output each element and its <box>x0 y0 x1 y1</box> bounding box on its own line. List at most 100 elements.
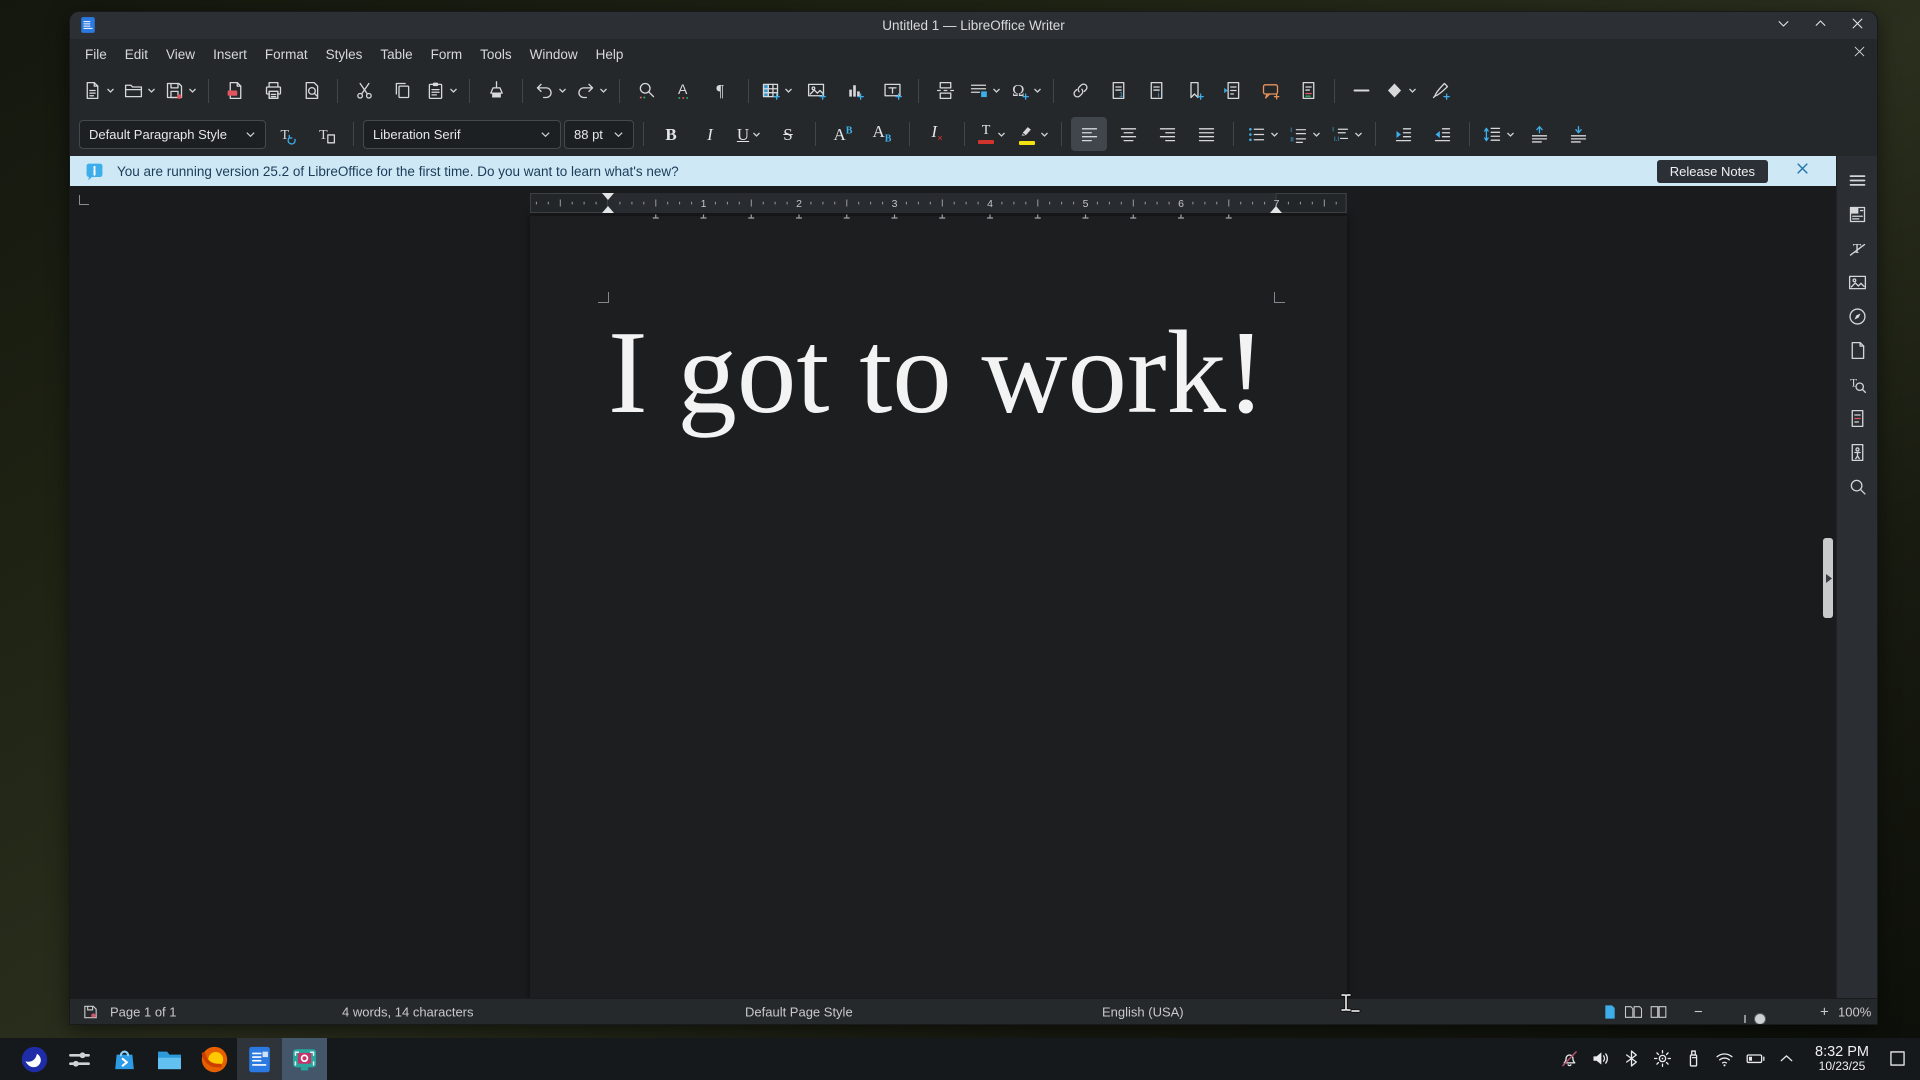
taskbar-app-launcher[interactable] <box>12 1038 57 1080</box>
sidebar-page-button[interactable] <box>1841 333 1873 367</box>
insert-special-character-button[interactable]: Ω <box>1006 74 1045 108</box>
dropdown-arrow-icon[interactable] <box>784 86 793 95</box>
dropdown-arrow-icon[interactable] <box>1040 130 1049 139</box>
tray-show-desktop-button[interactable] <box>1887 1048 1908 1069</box>
font-name-select[interactable]: Liberation Serif <box>363 120 561 149</box>
strikethrough-button[interactable]: S <box>770 117 806 151</box>
dropdown-arrow-icon[interactable] <box>1408 86 1417 95</box>
cut-button[interactable] <box>346 74 382 108</box>
spelling-button[interactable]: A <box>666 74 702 108</box>
language-status[interactable]: English (USA) <box>1102 1005 1184 1020</box>
font-size-select[interactable]: 88 pt <box>564 120 634 149</box>
para-space-increase-button[interactable] <box>1521 117 1557 151</box>
word-count-status[interactable]: 4 words, 14 characters <box>342 1005 474 1020</box>
sidebar-gallery-button[interactable] <box>1841 265 1873 299</box>
indent-decrease-button[interactable] <box>1424 117 1460 151</box>
paste-button[interactable] <box>422 74 461 108</box>
titlebar[interactable]: Untitled 1 — LibreOffice Writer <box>70 12 1877 39</box>
taskbar-file-manager[interactable] <box>147 1038 192 1080</box>
zoom-in-button[interactable]: + <box>1820 1004 1829 1021</box>
align-left-button[interactable] <box>1071 117 1107 151</box>
underline-button[interactable]: U <box>731 117 767 151</box>
sidebar-manage-changes-button[interactable] <box>1841 401 1873 435</box>
page-number-status[interactable]: Page 1 of 1 <box>110 1005 177 1020</box>
tray-wifi-button[interactable] <box>1714 1048 1735 1069</box>
clear-formatting-button[interactable]: I× <box>919 117 955 151</box>
dropdown-arrow-icon[interactable] <box>599 86 608 95</box>
dropdown-arrow-icon[interactable] <box>147 86 156 95</box>
menu-window[interactable]: Window <box>521 43 587 66</box>
zoom-percent[interactable]: 100% <box>1838 1005 1871 1020</box>
menu-view[interactable]: View <box>157 43 204 66</box>
tray-notifications-muted-button[interactable] <box>1559 1048 1580 1069</box>
sidebar-navigator-button[interactable] <box>1841 299 1873 333</box>
dropdown-arrow-icon[interactable] <box>558 86 567 95</box>
infobar-close-icon[interactable] <box>1795 161 1810 181</box>
sidebar-accessibility-check-button[interactable] <box>1841 435 1873 469</box>
save-status-icon[interactable] <box>82 1004 99 1021</box>
insert-cross-reference-button[interactable] <box>1214 74 1250 108</box>
find-replace-button[interactable] <box>628 74 664 108</box>
view-book-button[interactable] <box>1649 1004 1668 1020</box>
insert-horizontal-line-button[interactable] <box>1343 74 1379 108</box>
taskbar-discover[interactable] <box>102 1038 147 1080</box>
print-button[interactable] <box>255 74 291 108</box>
menu-tools[interactable]: Tools <box>471 43 521 66</box>
close-document-icon[interactable] <box>1853 45 1866 63</box>
dropdown-arrow-icon[interactable] <box>1033 86 1042 95</box>
line-spacing-button[interactable] <box>1479 117 1518 151</box>
view-single-page-button[interactable] <box>1602 1004 1618 1020</box>
tray-usb-device-button[interactable] <box>1683 1048 1704 1069</box>
zoom-slider-handle[interactable] <box>1754 1013 1766 1024</box>
sidebar-style-inspector-button[interactable]: T <box>1841 367 1873 401</box>
superscript-button[interactable]: AB <box>825 117 861 151</box>
insert-image-button[interactable] <box>798 74 834 108</box>
save-button[interactable] <box>161 74 200 108</box>
print-preview-button[interactable] <box>293 74 329 108</box>
justify-button[interactable] <box>1188 117 1224 151</box>
dropdown-arrow-icon[interactable] <box>1354 130 1363 139</box>
page-style-status[interactable]: Default Page Style <box>745 1005 853 1020</box>
clone-formatting-button[interactable] <box>478 74 514 108</box>
menu-help[interactable]: Help <box>587 43 633 66</box>
taskbar-firefox[interactable] <box>192 1038 237 1080</box>
menu-edit[interactable]: Edit <box>116 43 157 66</box>
show-draw-functions-button[interactable] <box>1422 74 1458 108</box>
insert-basic-shapes-button[interactable] <box>1381 74 1420 108</box>
dropdown-arrow-icon[interactable] <box>106 86 115 95</box>
sidebar-sidebar-settings-button[interactable] <box>1841 163 1873 197</box>
highlight-color-button[interactable] <box>1013 117 1052 151</box>
align-right-button[interactable] <box>1149 117 1185 151</box>
tray-bluetooth-button[interactable] <box>1621 1048 1642 1069</box>
clock[interactable]: 8:32 PM10/23/25 <box>1815 1044 1869 1074</box>
formatting-marks-button[interactable]: ¶ <box>704 74 740 108</box>
dropdown-arrow-icon[interactable] <box>997 130 1006 139</box>
list-bullet-button[interactable] <box>1243 117 1282 151</box>
document-area[interactable]: 1234567 I got to work! <box>70 186 1836 998</box>
insert-footnote-button[interactable]: 1 <box>1100 74 1136 108</box>
menu-table[interactable]: Table <box>371 43 421 66</box>
menu-styles[interactable]: Styles <box>317 43 372 66</box>
subscript-button[interactable]: AB <box>864 117 900 151</box>
open-button[interactable] <box>120 74 159 108</box>
bold-button[interactable]: B <box>653 117 689 151</box>
insert-bookmark-button[interactable] <box>1176 74 1212 108</box>
menu-insert[interactable]: Insert <box>204 43 256 66</box>
menu-format[interactable]: Format <box>256 43 317 66</box>
dropdown-arrow-icon[interactable] <box>752 130 761 139</box>
sidebar-collapse-handle[interactable] <box>1823 538 1833 618</box>
update-style-button[interactable]: T <box>269 117 305 151</box>
undo-button[interactable] <box>531 74 570 108</box>
paragraph-style-select[interactable]: Default Paragraph Style <box>79 120 266 149</box>
insert-field-button[interactable] <box>965 74 1004 108</box>
tray-brightness-button[interactable] <box>1652 1048 1673 1069</box>
sidebar-styles-button[interactable]: T <box>1841 231 1873 265</box>
italic-button[interactable]: I <box>692 117 728 151</box>
insert-hyperlink-button[interactable] <box>1062 74 1098 108</box>
list-outline-button[interactable]: II.I <box>1327 117 1366 151</box>
dropdown-arrow-icon[interactable] <box>188 86 197 95</box>
insert-comment-button[interactable] <box>1252 74 1288 108</box>
export-pdf-button[interactable] <box>217 74 253 108</box>
insert-endnote-button[interactable]: i <box>1138 74 1174 108</box>
new-style-button[interactable]: T <box>308 117 344 151</box>
